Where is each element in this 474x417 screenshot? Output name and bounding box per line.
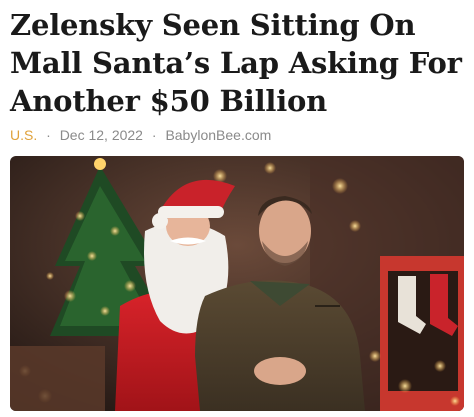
category-link[interactable]: U.S. (10, 127, 37, 143)
meta-separator: · (46, 127, 51, 143)
article-meta: U.S. · Dec 12, 2022 · BabylonBee.com (10, 127, 271, 143)
hero-photo (10, 156, 464, 411)
chair (10, 346, 105, 411)
star-icon (94, 158, 106, 170)
source-label[interactable]: BabylonBee.com (165, 127, 271, 143)
article-headline[interactable]: Zelensky Seen Sitting On Mall Santa’s La… (10, 6, 470, 120)
hero-image[interactable] (10, 156, 464, 411)
publish-date: Dec 12, 2022 (59, 127, 143, 143)
meta-separator: · (151, 127, 157, 143)
